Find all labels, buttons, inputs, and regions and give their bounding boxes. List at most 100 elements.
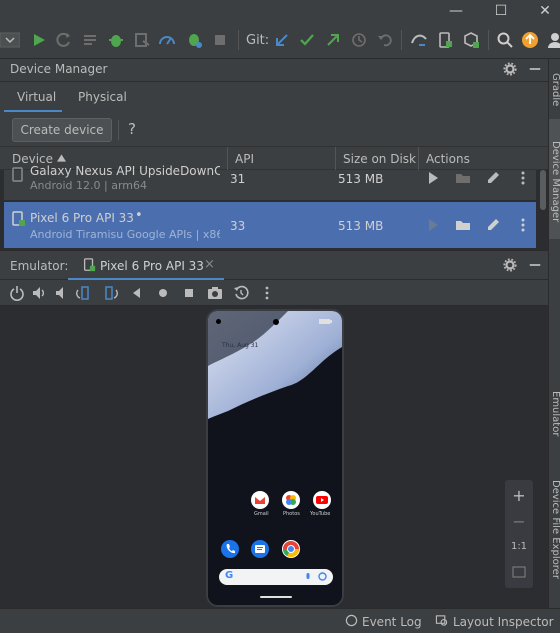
gear-icon[interactable] [503, 258, 517, 272]
side-tab-device-file-explorer[interactable]: Device File Explorer [550, 480, 560, 579]
run-icon[interactable] [30, 31, 48, 49]
sync-gradle-icon[interactable] [410, 31, 428, 49]
stop-icon[interactable] [211, 31, 229, 49]
rotate-right-icon[interactable] [102, 285, 118, 301]
toolbar-separator [401, 30, 402, 50]
youtube-app-icon[interactable] [313, 491, 331, 509]
minimize-button[interactable]: — [445, 2, 467, 20]
account-icon[interactable] [546, 31, 560, 49]
photos-app-icon[interactable] [282, 491, 300, 509]
edit-icon[interactable] [485, 170, 501, 186]
lens-icon[interactable] [318, 572, 327, 581]
launch-icon[interactable] [425, 170, 441, 186]
column-separator [335, 147, 336, 171]
attach-debugger-icon[interactable] [133, 31, 151, 49]
git-update-icon[interactable] [273, 31, 291, 49]
google-search-bar[interactable]: G [219, 569, 333, 585]
device-manager-title: Device Manager [10, 62, 108, 76]
phone-app-icon[interactable] [221, 540, 239, 558]
event-log-button[interactable]: Event Log [362, 615, 422, 629]
gesture-bar[interactable] [260, 596, 292, 598]
phone-device-icon [12, 167, 23, 182]
side-tab-device-manager[interactable]: Device Manager [550, 141, 560, 222]
gmail-app-icon[interactable] [251, 491, 269, 509]
debug-icon[interactable] [107, 31, 125, 49]
git-commit-icon[interactable] [298, 31, 316, 49]
hide-panel-icon[interactable] [528, 258, 542, 272]
home-icon[interactable] [155, 285, 171, 301]
mic-icon[interactable] [305, 573, 311, 582]
tab-virtual[interactable]: Virtual [17, 90, 56, 104]
sdk-manager-icon[interactable] [462, 31, 480, 49]
overview-icon[interactable] [181, 285, 197, 301]
sort-ascending-icon [57, 154, 66, 162]
debug-test-icon[interactable] [185, 31, 203, 49]
side-tab-emulator[interactable]: Emulator [550, 391, 560, 436]
table-row-selected[interactable]: Pixel 6 Pro API 33 • Android Tiramisu Go… [4, 202, 536, 248]
google-g-logo: G [225, 570, 234, 581]
config-dropdown-icon[interactable] [0, 31, 20, 49]
git-history-icon[interactable] [350, 31, 368, 49]
photos-label: Photos [283, 511, 300, 517]
column-size[interactable]: Size on Disk [343, 152, 416, 166]
emulator-toolbar [0, 280, 548, 306]
apply-changes-icon[interactable] [81, 31, 99, 49]
device-size: 513 MB [338, 219, 384, 233]
git-push-icon[interactable] [324, 31, 342, 49]
more-options-icon[interactable] [259, 285, 275, 301]
more-menu-icon[interactable] [515, 217, 531, 233]
hide-panel-icon[interactable] [528, 62, 542, 76]
zoom-controls: + − 1:1 [505, 480, 533, 588]
zoom-one-to-one-button[interactable]: 1:1 [505, 541, 533, 552]
device-size: 513 MB [338, 172, 384, 186]
side-tab-gradle[interactable]: Gradle [550, 73, 560, 106]
git-rollback-icon[interactable] [376, 31, 394, 49]
device-api: 33 [230, 219, 246, 233]
zoom-out-button[interactable]: − [505, 512, 533, 531]
emulator-tab[interactable]: Pixel 6 Pro API 33 × [68, 251, 224, 280]
column-separator [418, 147, 419, 171]
git-label: Git: [246, 33, 270, 48]
column-actions: Actions [426, 152, 470, 166]
device-actions-bar: Create device ? [0, 112, 548, 146]
profile-icon[interactable] [158, 31, 176, 49]
gear-icon[interactable] [503, 62, 517, 76]
create-device-button[interactable]: Create device [12, 118, 112, 142]
table-scrollbar[interactable] [540, 170, 546, 210]
folder-icon[interactable] [455, 217, 471, 233]
gmail-label: Gmail [254, 511, 269, 517]
tab-physical[interactable]: Physical [78, 90, 127, 104]
rerun-icon[interactable] [55, 31, 73, 49]
search-icon[interactable] [496, 31, 514, 49]
messages-app-icon[interactable] [251, 540, 269, 558]
fit-screen-icon[interactable] [512, 566, 526, 578]
updates-icon[interactable] [521, 31, 539, 49]
zoom-in-button[interactable]: + [505, 486, 533, 505]
back-icon[interactable] [129, 285, 145, 301]
volume-down-icon[interactable] [53, 285, 69, 301]
volume-up-icon[interactable] [31, 285, 47, 301]
help-button[interactable]: ? [128, 120, 136, 138]
layout-inspector-button[interactable]: Layout Inspector [453, 615, 554, 629]
column-separator [227, 147, 228, 171]
device-manager-icon[interactable] [436, 31, 454, 49]
chrome-app-icon[interactable] [282, 540, 300, 558]
table-row[interactable]: Galaxy Nexus API UpsideDownC... Android … [4, 164, 536, 200]
close-tab-icon[interactable]: × [204, 257, 215, 272]
edit-icon[interactable] [485, 217, 501, 233]
snapshot-icon[interactable] [233, 285, 249, 301]
close-button[interactable]: ✕ [534, 2, 556, 20]
camera-icon[interactable] [207, 285, 223, 301]
phone-device-icon [83, 258, 96, 272]
right-tool-strip: Gradle Device Manager Emulator Device Fi… [548, 59, 560, 608]
rotate-left-icon[interactable] [76, 285, 92, 301]
maximize-button[interactable]: ☐ [490, 2, 512, 20]
online-indicator: • [135, 208, 143, 223]
phone-screen[interactable]: Thu, Aug 31 Gmail Photos YouTube G [206, 309, 344, 607]
column-api[interactable]: API [235, 152, 254, 166]
device-tabs: Virtual Physical [0, 82, 548, 113]
power-icon[interactable] [9, 285, 25, 301]
folder-icon[interactable] [455, 170, 471, 186]
launch-icon[interactable] [425, 217, 441, 233]
more-menu-icon[interactable] [515, 170, 531, 186]
